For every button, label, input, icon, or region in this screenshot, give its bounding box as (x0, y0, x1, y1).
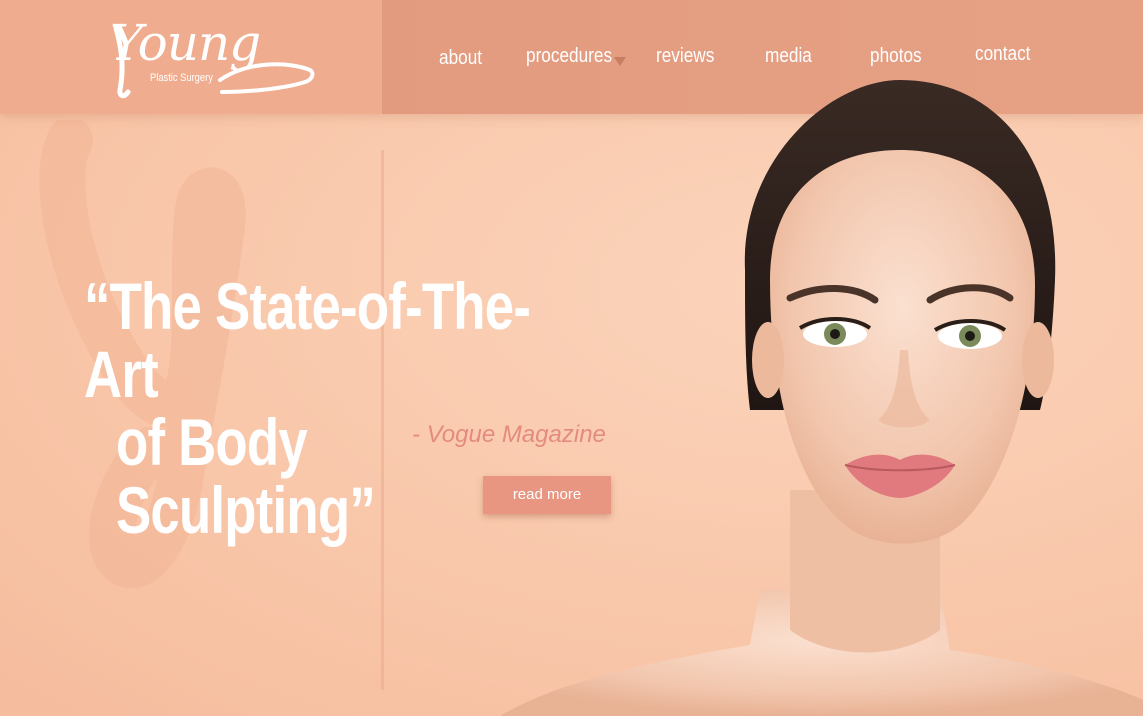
nav-item-procedures[interactable]: procedures (526, 45, 612, 68)
quote-attribution: - Vogue Magazine (412, 421, 606, 448)
chevron-down-icon[interactable] (614, 57, 626, 66)
logo-area: Young Plastic Surgery (0, 0, 382, 114)
nav-item-about[interactable]: about (439, 47, 482, 70)
hero-quote: “The State-of-The-Art of Body Sculpting” (84, 272, 532, 544)
model-portrait-image (500, 80, 1143, 716)
nav-item-media[interactable]: media (765, 45, 812, 68)
brand-name: Young (110, 14, 261, 72)
nav-item-contact[interactable]: contact (975, 43, 1030, 66)
brand-tagline: Plastic Surgery (150, 72, 213, 84)
read-more-button[interactable]: read more (483, 476, 611, 514)
hero-quote-line-1: “The State-of-The-Art (84, 269, 531, 411)
nav-item-photos[interactable]: photos (870, 45, 922, 68)
nav-item-reviews[interactable]: reviews (656, 45, 714, 68)
brand-logo[interactable]: Young Plastic Surgery (110, 14, 320, 102)
